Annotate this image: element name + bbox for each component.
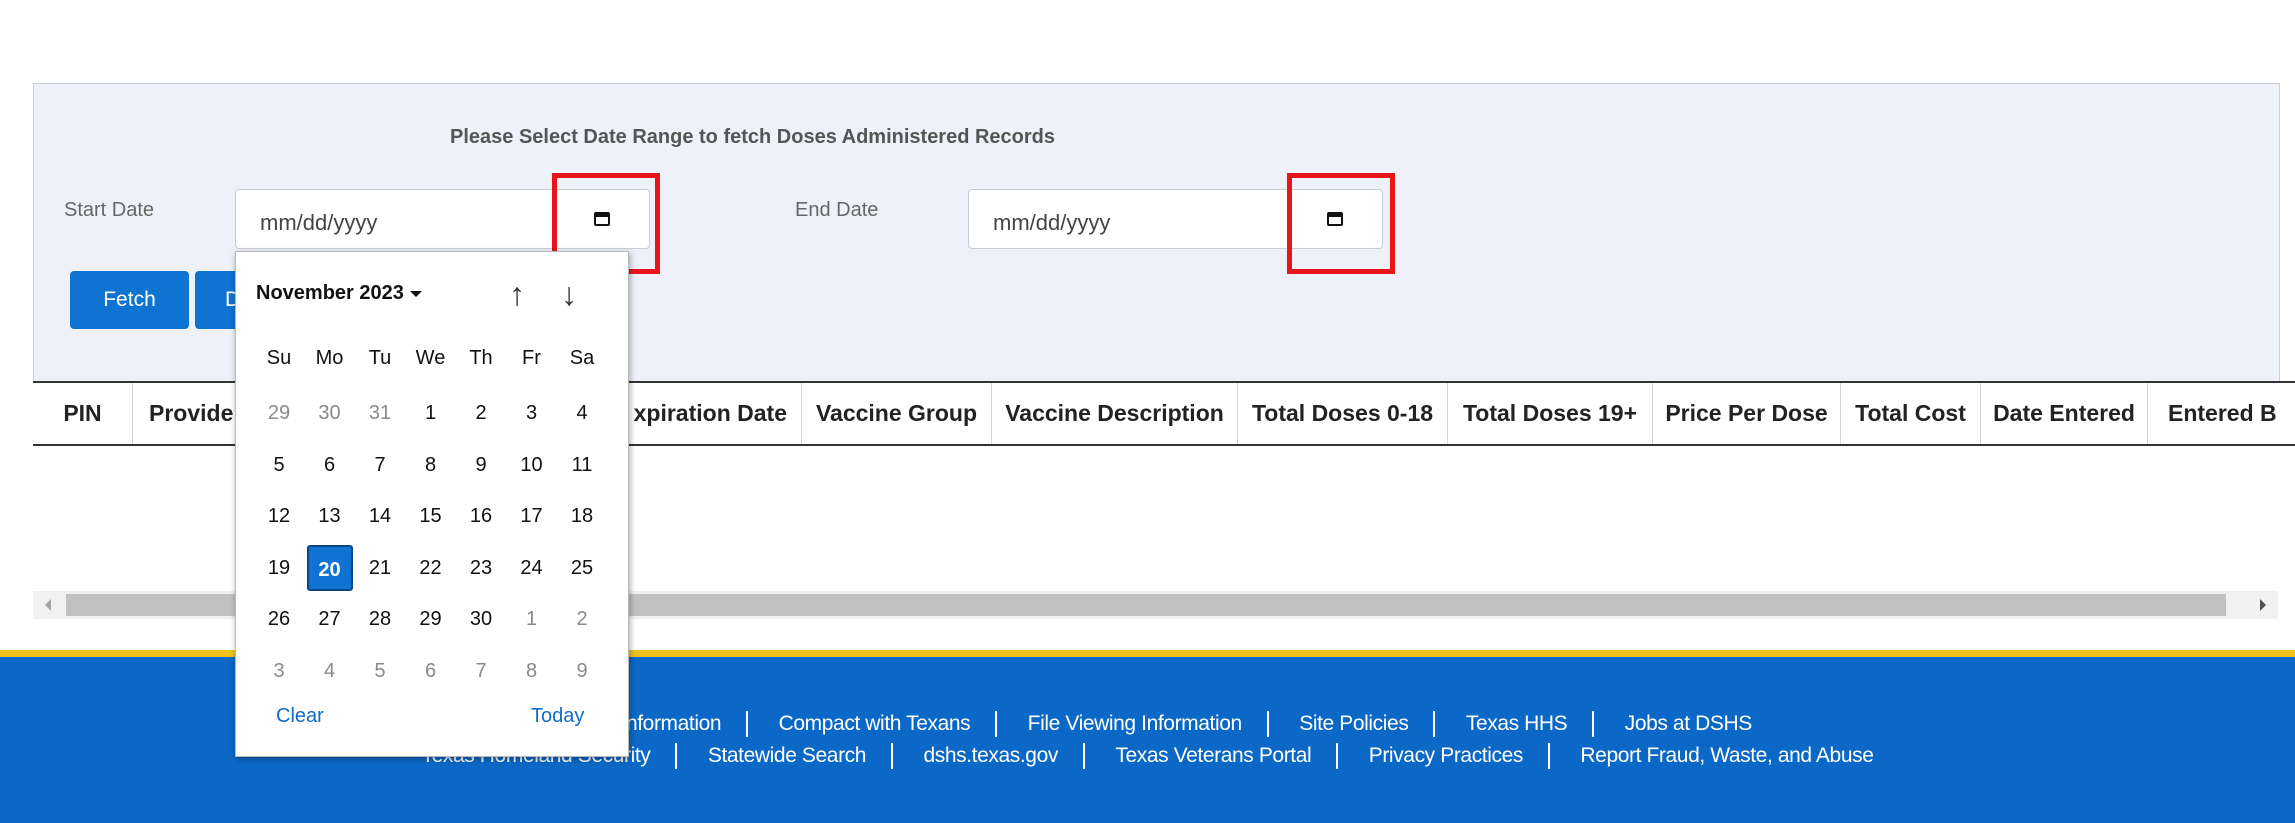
footer-link[interactable]: Texas HHS	[1466, 712, 1568, 735]
calendar-day[interactable]: 21	[357, 545, 403, 591]
weekday-header: Th	[469, 347, 493, 369]
footer-link[interactable]: Compact with Texans	[779, 712, 971, 735]
col-total-doses-19-plus[interactable]: Total Doses 19+	[1448, 383, 1653, 444]
calendar-day[interactable]: 24	[509, 545, 555, 591]
calendar-day[interactable]: 3	[256, 648, 302, 694]
calendar-day[interactable]: 8	[509, 648, 555, 694]
footer-link[interactable]: Jobs at DSHS	[1625, 712, 1752, 735]
down-arrow-icon[interactable]: ↓	[561, 276, 577, 312]
calendar-day[interactable]: 2	[458, 390, 504, 436]
calendar-day[interactable]: 5	[357, 648, 403, 694]
calendar-day[interactable]: 2	[559, 596, 605, 642]
calendar-day[interactable]: 27	[307, 596, 353, 642]
calendar-day[interactable]: 26	[256, 596, 302, 642]
end-date-placeholder: mm/dd/yyyy	[993, 210, 1111, 235]
calendar-day[interactable]: 17	[509, 493, 555, 539]
start-date-label: Start Date	[64, 199, 155, 221]
month-year-dropdown[interactable]: November 2023	[256, 282, 422, 305]
calendar-day[interactable]: 7	[357, 442, 403, 488]
calendar-day[interactable]: 14	[357, 493, 403, 539]
weekday-header: Su	[266, 347, 292, 369]
calendar-day[interactable]: 9	[458, 442, 504, 488]
calendar-day[interactable]: 6	[408, 648, 454, 694]
calendar-day[interactable]: 30	[458, 596, 504, 642]
calendar-day[interactable]: 4	[307, 648, 353, 694]
calendar-day[interactable]: 9	[559, 648, 605, 694]
end-date-label: End Date	[795, 199, 879, 221]
start-date-placeholder: mm/dd/yyyy	[260, 210, 378, 235]
calendar-day[interactable]: 8	[408, 442, 454, 488]
col-vaccine-description[interactable]: Vaccine Description	[992, 383, 1238, 444]
calendar-day[interactable]: 10	[509, 442, 555, 488]
today-button[interactable]: Today	[531, 705, 584, 728]
calendar-day[interactable]: 1	[408, 390, 454, 436]
calendar-day[interactable]: 18	[559, 493, 605, 539]
col-total-cost[interactable]: Total Cost	[1841, 383, 1981, 444]
calendar-day[interactable]: 30	[307, 390, 353, 436]
col-vaccine-group[interactable]: Vaccine Group	[802, 383, 992, 444]
footer-link[interactable]: Texas Veterans Portal	[1115, 744, 1311, 767]
calendar-day[interactable]: 6	[307, 442, 353, 488]
calendar-day[interactable]: 15	[408, 493, 454, 539]
calendar-day[interactable]: 4	[559, 390, 605, 436]
weekday-header: Sa	[569, 347, 595, 369]
calendar-day[interactable]: 29	[408, 596, 454, 642]
col-total-doses-0-18[interactable]: Total Doses 0-18	[1238, 383, 1448, 444]
calendar-day-selected[interactable]: 20	[306, 544, 353, 591]
footer-link[interactable]: Statewide Search	[708, 744, 867, 767]
month-year-label: November 2023	[256, 282, 404, 304]
footer-link[interactable]: Site Policies	[1299, 712, 1409, 735]
calendar-day[interactable]: 19	[256, 545, 302, 591]
up-arrow-icon[interactable]: ↑	[509, 276, 525, 312]
col-date-entered[interactable]: Date Entered	[1981, 383, 2148, 444]
calendar-day[interactable]: 7	[458, 648, 504, 694]
scroll-right-arrow-icon[interactable]	[2260, 599, 2266, 611]
footer-link[interactable]: File Viewing Information	[1028, 712, 1243, 735]
col-pin[interactable]: PIN	[33, 383, 133, 444]
calendar-day[interactable]: 1	[509, 596, 555, 642]
calendar-day[interactable]: 28	[357, 596, 403, 642]
calendar-day[interactable]: 5	[256, 442, 302, 488]
scroll-left-arrow-icon[interactable]	[45, 599, 51, 611]
weekday-header: Mo	[315, 347, 344, 369]
caret-down-icon	[409, 290, 422, 297]
panel-heading: Please Select Date Range to fetch Doses …	[450, 126, 1056, 148]
footer-link[interactable]: dshs.texas.gov	[923, 744, 1058, 767]
calendar-day[interactable]: 12	[256, 493, 302, 539]
calendar-day[interactable]: 22	[408, 545, 454, 591]
end-date-calendar-highlight	[1287, 173, 1395, 274]
calendar-day[interactable]: 13	[307, 493, 353, 539]
weekday-header: Tu	[368, 347, 392, 369]
calendar-day[interactable]: 23	[458, 545, 504, 591]
weekday-header: Fr	[522, 347, 541, 369]
calendar-day[interactable]: 29	[256, 390, 302, 436]
footer-link[interactable]: Privacy Practices	[1369, 744, 1524, 767]
col-price-per-dose[interactable]: Price Per Dose	[1653, 383, 1841, 444]
calendar-day[interactable]: 31	[357, 390, 403, 436]
calendar-day[interactable]: 3	[509, 390, 555, 436]
clear-button[interactable]: Clear	[276, 705, 324, 728]
calendar-day[interactable]: 25	[559, 545, 605, 591]
col-entered-by[interactable]: Entered B	[2148, 383, 2295, 444]
datepicker-popup: November 2023 ↑ ↓ Su Mo Tu We Th Fr Sa 29 30 31 1 2…	[235, 251, 629, 757]
fetch-button[interactable]: Fetch	[70, 271, 189, 329]
calendar-day[interactable]: 16	[458, 493, 504, 539]
footer-link[interactable]: Report Fraud, Waste, and Abuse	[1580, 744, 1873, 767]
calendar-day[interactable]: 11	[559, 442, 605, 488]
weekday-header: We	[415, 347, 446, 369]
